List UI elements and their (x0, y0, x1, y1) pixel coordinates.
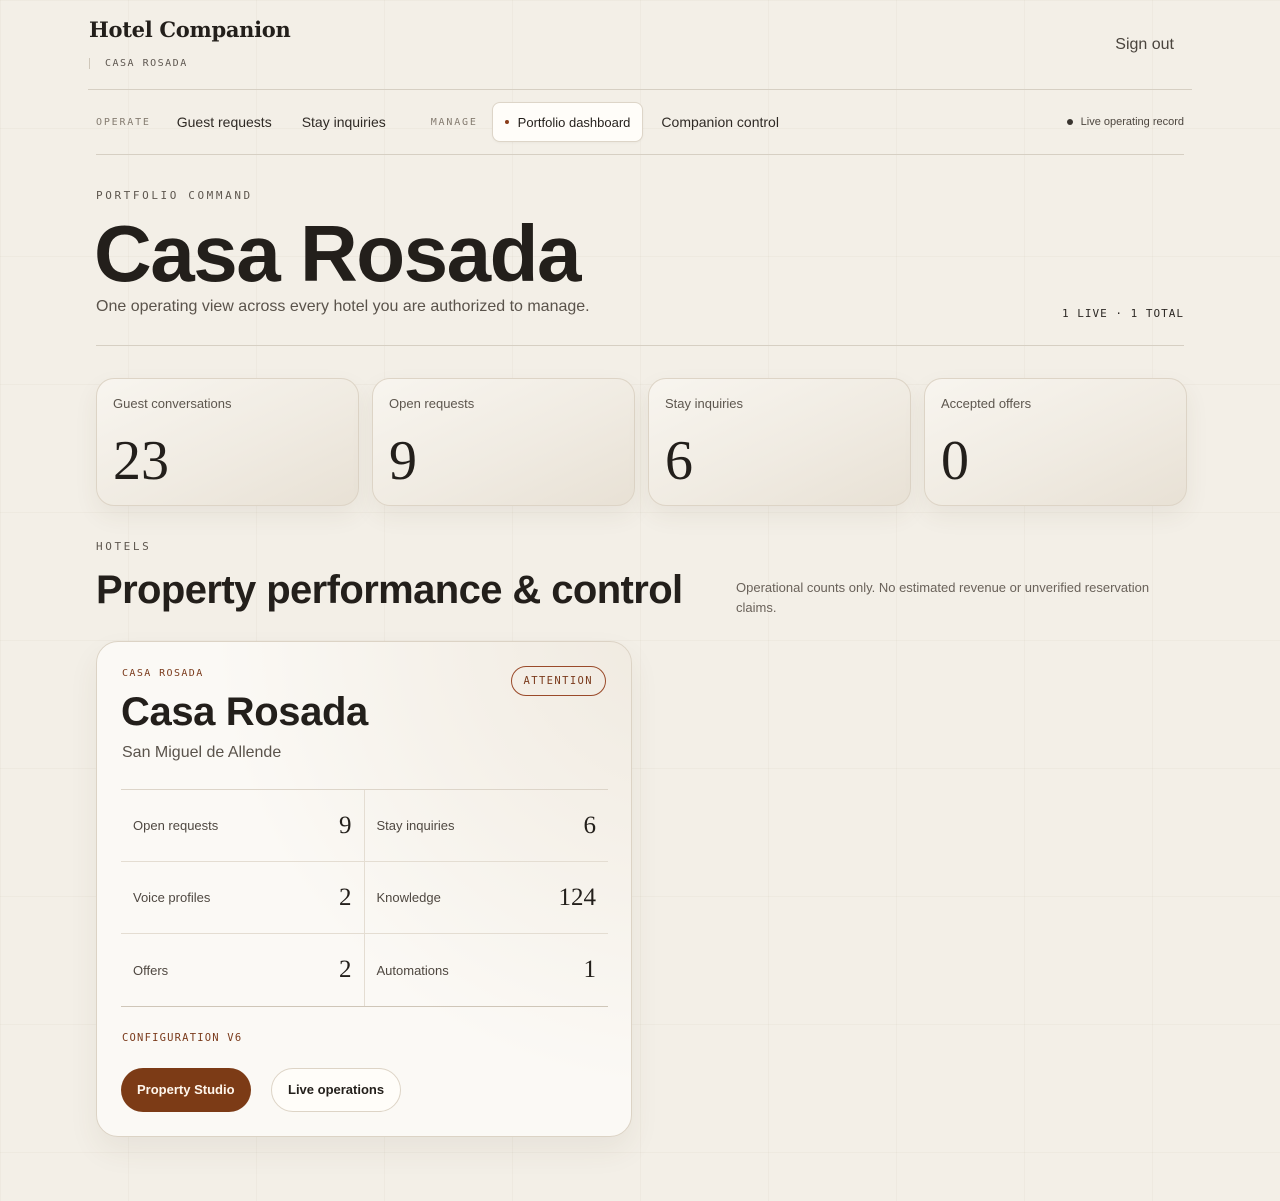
nav-companion-control[interactable]: Companion control (661, 114, 779, 130)
stat-value: 23 (113, 430, 169, 492)
property-studio-button[interactable]: Property Studio (121, 1068, 251, 1112)
metric-label: Open requests (133, 818, 219, 833)
hotel-kicker: CASA ROSADA (122, 668, 204, 679)
stat-value: 0 (941, 430, 969, 492)
metric-label: Automations (376, 962, 449, 978)
stat-card-stay-inquiries: Stay inquiries 6 (648, 378, 911, 506)
brand: Hotel Companion CASA ROSADA (89, 17, 291, 69)
nav-portfolio-dashboard[interactable]: Portfolio dashboard (491, 102, 644, 142)
hotel-card: CASA ROSADA ATTENTION Casa Rosada San Mi… (96, 641, 632, 1137)
metric-label: Knowledge (376, 890, 441, 905)
property-label: CASA ROSADA (89, 58, 290, 69)
live-operations-button[interactable]: Live operations (271, 1068, 402, 1112)
metric-value: 2 (339, 956, 352, 983)
stat-card-open-requests: Open requests 9 (372, 378, 635, 506)
active-dot-icon (504, 120, 509, 124)
hero-eyebrow: PORTFOLIO COMMAND (96, 189, 253, 202)
stat-card-accepted-offers: Accepted offers 0 (924, 378, 1187, 506)
metric-value: 6 (583, 811, 597, 839)
metric-knowledge: Knowledge 124 (364, 862, 608, 934)
metric-stay-inquiries: Stay inquiries 6 (364, 790, 608, 862)
stat-label: Open requests (389, 396, 475, 411)
live-record-label: Live operating record (1080, 116, 1184, 128)
hero-divider (96, 345, 1184, 346)
section-note: Operational counts only. No estimated re… (736, 580, 1150, 615)
header-divider (88, 89, 1192, 90)
metric-value: 1 (583, 956, 597, 983)
status-dot-icon (1066, 119, 1073, 125)
hotel-metrics: Open requests 9 Stay inquiries 6 Voice p… (121, 789, 608, 1007)
live-record-status: Live operating record (1066, 116, 1184, 128)
section-title: Property performance & control (96, 568, 683, 612)
nav-group-manage: MANAGE (430, 116, 478, 128)
sign-out-link[interactable]: Sign out (1115, 36, 1174, 54)
metric-offers: Offers 2 (121, 934, 365, 1006)
hotel-count: 1 LIVE · 1 TOTAL (1062, 307, 1184, 320)
hotels-eyebrow: HOTELS (96, 540, 152, 553)
stat-label: Guest conversations (113, 396, 232, 411)
stat-value: 6 (665, 430, 693, 492)
page-title: Casa Rosada (94, 209, 581, 298)
configuration-version: CONFIGURATION V6 (122, 1032, 243, 1044)
metric-label: Offers (133, 962, 169, 978)
metric-value: 9 (339, 811, 352, 839)
app-title: Hotel Companion (89, 17, 291, 42)
status-badge: ATTENTION (510, 666, 606, 696)
metric-value: 124 (558, 883, 597, 911)
stat-cards: Guest conversations 23 Open requests 9 S… (96, 378, 1187, 506)
stat-card-guest-conversations: Guest conversations 23 (96, 378, 359, 506)
metric-value: 2 (339, 883, 352, 911)
nav-group-operate: OPERATE (96, 116, 151, 128)
metric-voice-profiles: Voice profiles 2 (121, 862, 365, 934)
stat-label: Stay inquiries (665, 396, 744, 411)
hotel-name: Casa Rosada (121, 690, 368, 734)
stat-value: 9 (389, 430, 417, 492)
nav-portfolio-dashboard-label: Portfolio dashboard (517, 114, 631, 130)
hotel-city: San Miguel de Allende (122, 744, 282, 761)
main-nav: OPERATE Guest requests Stay inquiries MA… (96, 102, 1184, 142)
nav-stay-inquiries[interactable]: Stay inquiries (302, 114, 386, 130)
page-description: One operating view across every hotel yo… (96, 298, 590, 315)
nav-divider (96, 154, 1184, 155)
metric-automations: Automations 1 (365, 934, 609, 1006)
metric-label: Voice profiles (133, 890, 211, 905)
metric-label: Stay inquiries (376, 818, 455, 833)
metric-open-requests: Open requests 9 (121, 790, 365, 862)
nav-guest-requests[interactable]: Guest requests (177, 114, 272, 130)
stat-label: Accepted offers (941, 396, 1032, 411)
